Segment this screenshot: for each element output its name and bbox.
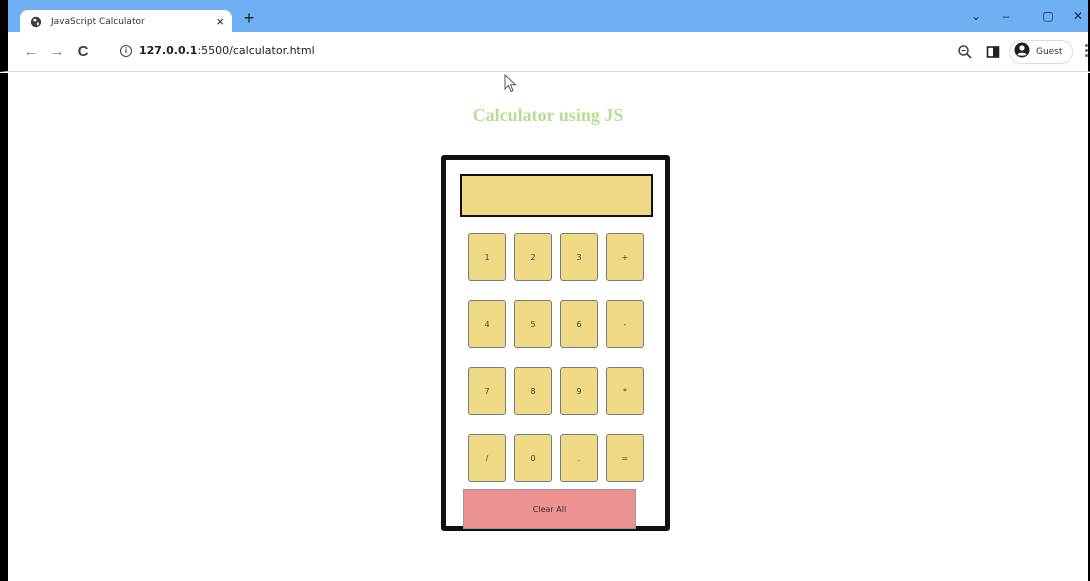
browser-tab[interactable]: JavaScript Calculator × [20, 10, 232, 33]
address-bar[interactable]: 127.0.0.1:5500/calculator.html [139, 44, 315, 57]
close-window-button[interactable]: ✕ [1066, 6, 1090, 26]
zoom-icon[interactable] [956, 43, 974, 61]
avatar-icon [1014, 42, 1030, 63]
key-5[interactable]: 5 [514, 300, 552, 348]
key-0[interactable]: 0 [514, 434, 552, 482]
mouse-cursor-icon [504, 73, 518, 99]
key-7[interactable]: 7 [468, 367, 506, 415]
browser-menu-icon[interactable]: ⋮ [1079, 42, 1090, 60]
key-add[interactable]: + [606, 233, 644, 281]
key-3[interactable]: 3 [560, 233, 598, 281]
site-info-icon[interactable]: i [120, 45, 132, 57]
key-2[interactable]: 2 [514, 233, 552, 281]
back-button[interactable]: ← [22, 43, 40, 61]
key-decimal[interactable]: . [560, 434, 598, 482]
page-title: Calculator using JS [472, 105, 624, 125]
key-1[interactable]: 1 [468, 233, 506, 281]
key-multiply[interactable]: * [606, 367, 644, 415]
reload-button[interactable]: C [74, 43, 92, 61]
calculator: 1 2 3 + 4 5 6 - 7 8 9 * / 0 . = Clear Al… [441, 155, 670, 531]
calculator-display[interactable] [460, 174, 653, 217]
key-9[interactable]: 9 [560, 367, 598, 415]
url-host: 127.0.0.1 [139, 44, 198, 57]
side-panel-icon[interactable] [984, 43, 1002, 61]
key-equals[interactable]: = [606, 434, 644, 482]
browser-titlebar: JavaScript Calculator × + ⌄ – ▢ ✕ [0, 0, 1090, 33]
browser-toolbar: ← → C i 127.0.0.1:5500/calculator.html G… [0, 32, 1090, 72]
key-8[interactable]: 8 [514, 367, 552, 415]
minimize-button[interactable]: – [994, 6, 1018, 26]
url-path: :5500/calculator.html [197, 44, 315, 57]
new-tab-button[interactable]: + [240, 9, 258, 27]
key-6[interactable]: 6 [560, 300, 598, 348]
maximize-button[interactable]: ▢ [1036, 6, 1060, 26]
key-subtract[interactable]: - [606, 300, 644, 348]
tab-close-icon[interactable]: × [216, 15, 224, 28]
globe-icon [30, 15, 43, 28]
clear-all-button[interactable]: Clear All [463, 489, 636, 529]
page-viewport: Calculator using JS 1 2 3 + 4 5 6 - 7 8 … [0, 73, 1090, 581]
tab-title: JavaScript Calculator [51, 16, 145, 27]
profile-label: Guest [1036, 47, 1063, 57]
profile-button[interactable]: Guest [1009, 40, 1073, 64]
tab-search-chevron-icon[interactable]: ⌄ [964, 6, 988, 26]
forward-button[interactable]: → [48, 43, 66, 61]
key-divide[interactable]: / [468, 434, 506, 482]
key-4[interactable]: 4 [468, 300, 506, 348]
